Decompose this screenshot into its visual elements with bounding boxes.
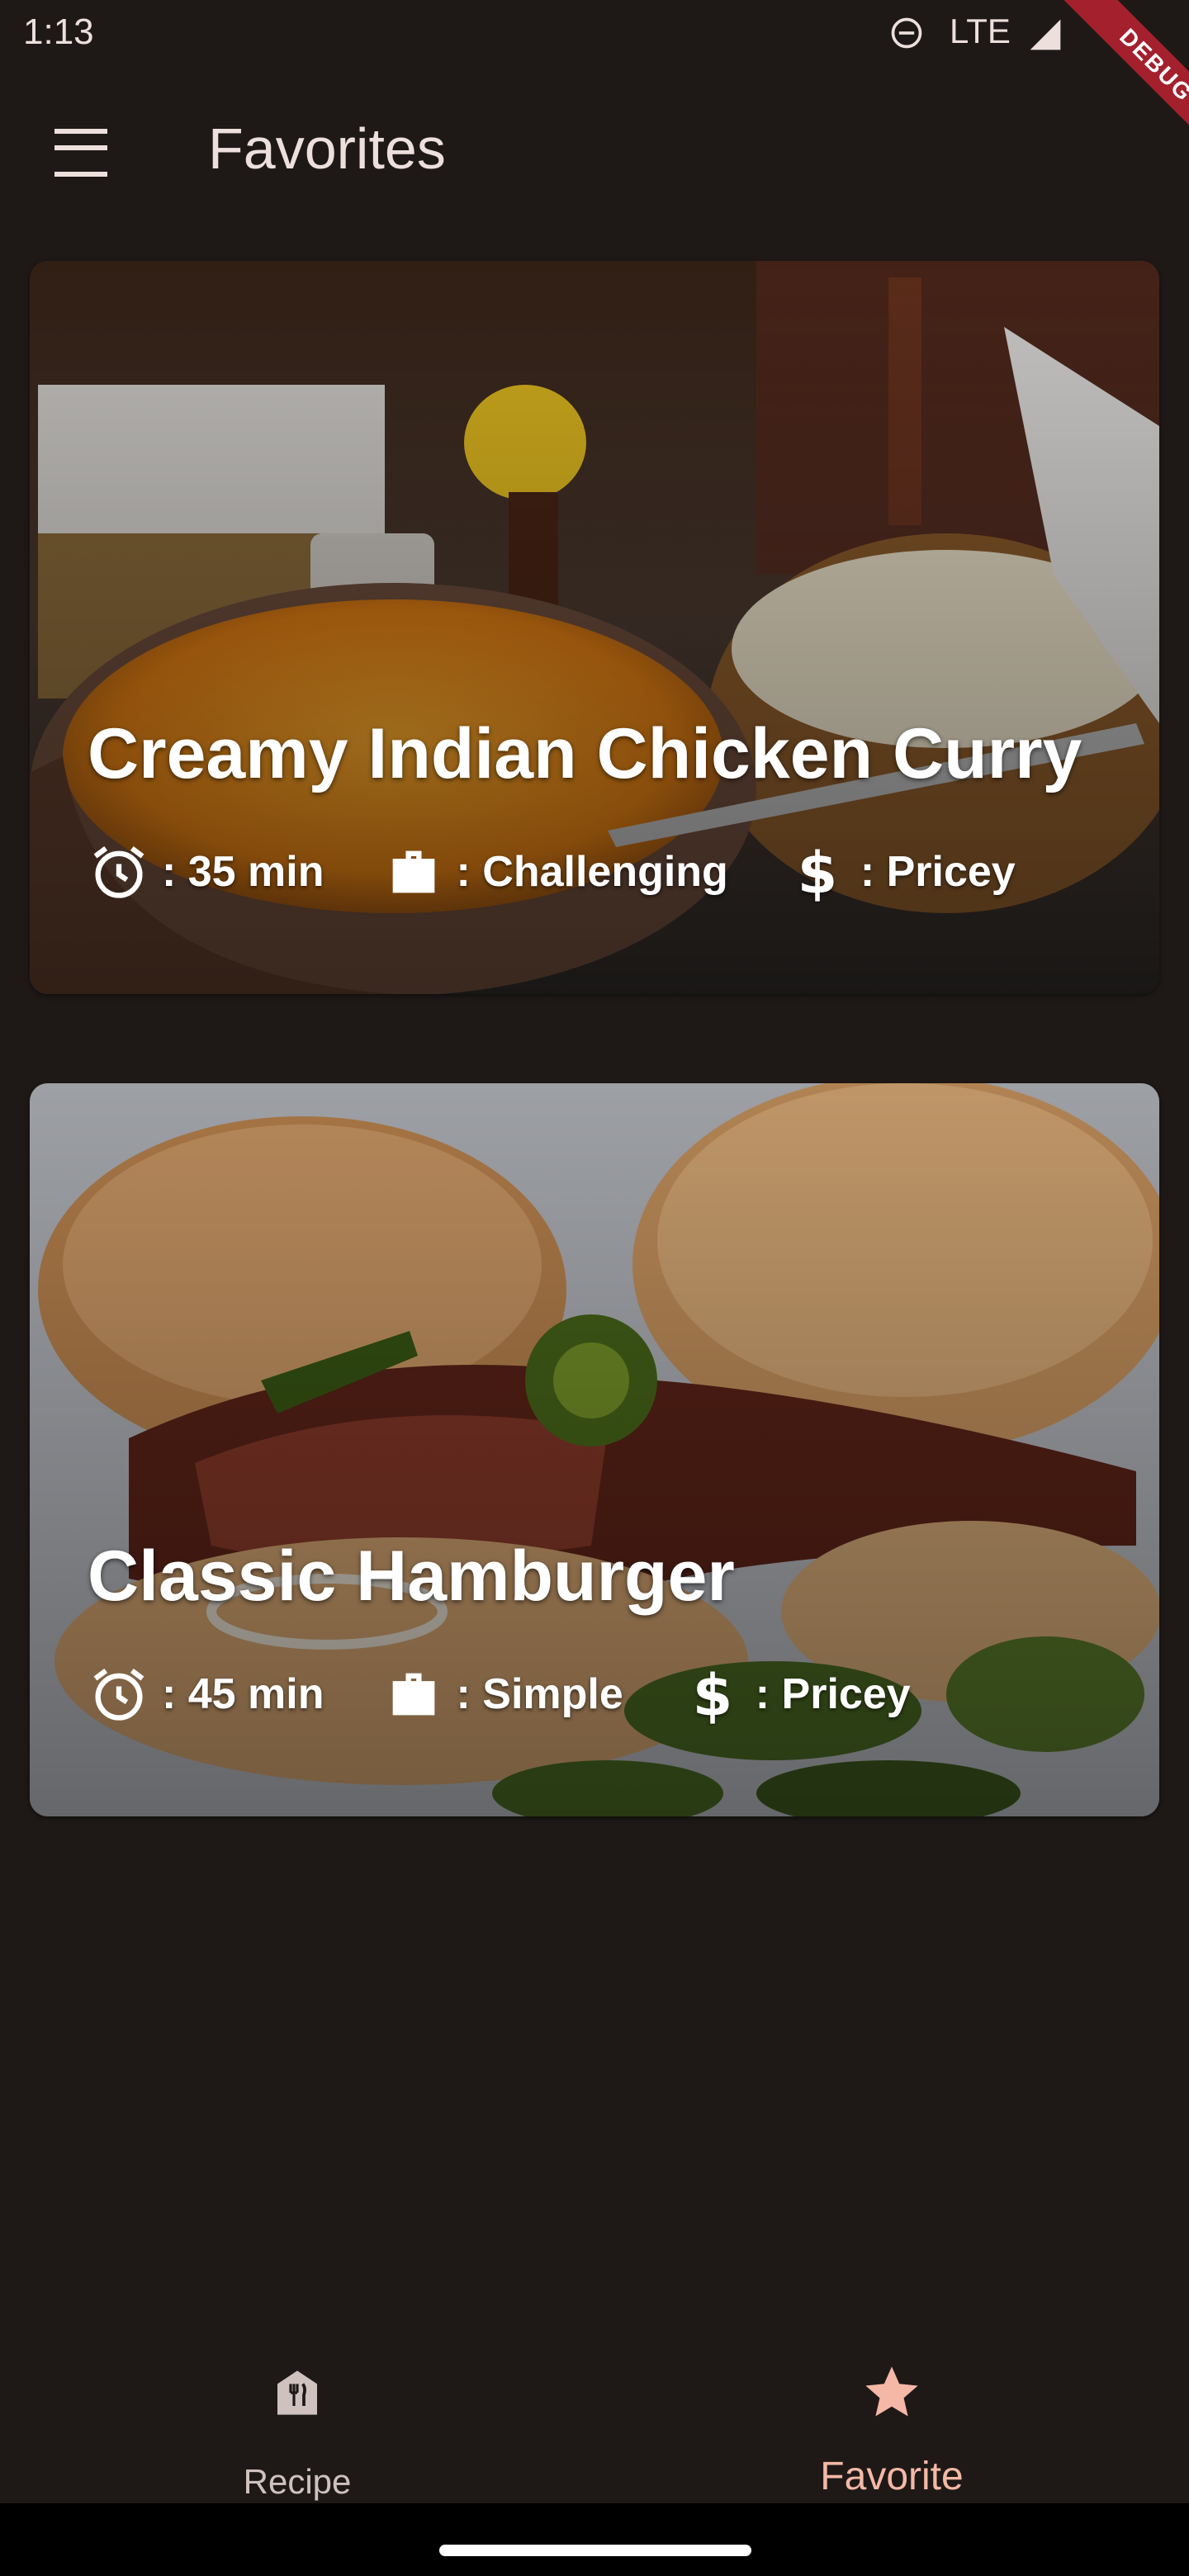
gesture-navigation-bar [0,2503,1189,2576]
dollar-icon: $ [798,841,837,903]
alarm-clock-icon [93,1668,144,1721]
duration-text: : 45 min [162,1670,324,1718]
nav-label-recipe: Recipe [243,2462,352,2501]
dollar-icon: $ [693,1663,732,1726]
affordability-info: $ : Pricey [681,1663,911,1726]
complexity-text: : Challenging [456,848,728,896]
restaurant-icon [277,2370,317,2415]
affordability-text: : Pricey [860,848,1016,896]
svg-text:$: $ [693,1663,732,1726]
complexity-text: : Simple [456,1670,623,1718]
duration-info: : 35 min [88,841,324,903]
affordability-text: : Pricey [755,1670,911,1718]
meal-info-row: : 45 min : Simple $ : Pricey [88,1661,911,1727]
briefcase-icon [392,1673,434,1716]
nav-item-favorite[interactable]: Favorite [594,2337,1189,2502]
network-type: LTE [950,12,1011,50]
hamburger-menu-icon [54,129,107,177]
affordability-info: $ : Pricey [786,841,1016,903]
briefcase-icon [392,850,434,893]
menu-button[interactable] [36,119,126,182]
meal-card[interactable]: Creamy Indian Chicken Curry : 35 min : C… [30,261,1159,994]
home-indicator[interactable] [439,2545,751,2556]
nav-label-favorite: Favorite [820,2455,964,2498]
status-time: 1:13 [23,12,94,52]
meal-info-row: : 35 min : Challenging $ : Pricey [88,839,1016,905]
bottom-navigation: Recipe Favorite [0,2337,1189,2502]
page-title: Favorites [208,116,446,181]
svg-text:$: $ [798,841,837,903]
complexity-info: : Simple [382,1663,623,1726]
nav-item-recipe[interactable]: Recipe [0,2337,594,2502]
app-bar: Favorites [0,83,1189,215]
star-icon [865,2366,918,2417]
do-not-disturb-icon [891,17,922,49]
meal-card[interactable]: Classic Hamburger : 45 min : Simple $ : … [30,1083,1159,1816]
alarm-clock-icon [93,845,144,898]
duration-text: : 35 min [162,848,324,896]
meal-title: Creamy Indian Chicken Curry [88,714,1082,793]
complexity-info: : Challenging [382,841,728,903]
status-bar: 1:13 LTE [0,0,1189,69]
duration-info: : 45 min [88,1663,324,1726]
meal-title: Classic Hamburger [88,1537,735,1616]
